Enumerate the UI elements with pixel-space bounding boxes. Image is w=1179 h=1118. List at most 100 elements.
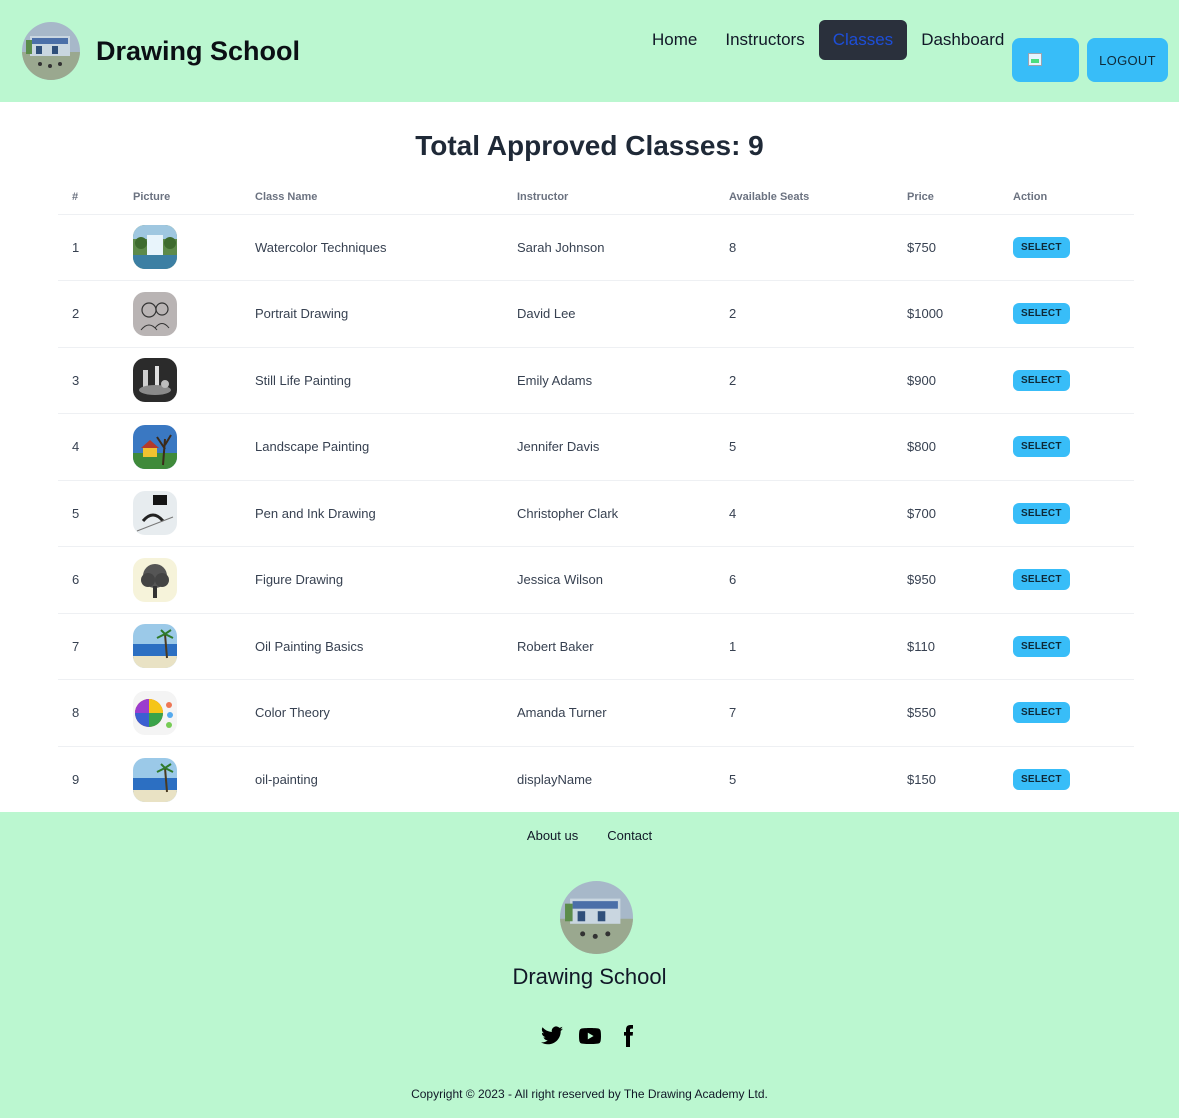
class-name: Color Theory xyxy=(255,679,517,747)
twitter-icon[interactable] xyxy=(540,1024,564,1048)
class-picture-cell xyxy=(133,214,255,281)
footer: About us Contact Drawing School Copyrigh… xyxy=(0,812,1179,1118)
column-header-instructor: Instructor xyxy=(517,180,729,215)
instructor-name: Amanda Turner xyxy=(517,679,729,747)
class-price: $800 xyxy=(907,413,1013,481)
select-button[interactable]: SELECT xyxy=(1013,236,1070,258)
table-row: 5 Pen and Ink Drawing Christopher Clark 4 $7… xyxy=(58,480,1134,547)
nav-home[interactable]: Home xyxy=(638,20,711,60)
column-header-class-name: Class Name xyxy=(255,180,517,215)
class-price: $750 xyxy=(907,214,1013,281)
column-header-number: # xyxy=(58,180,133,215)
still-life-thumbnail xyxy=(133,358,177,403)
instructor-name: displayName xyxy=(517,772,593,787)
footer-school-logo-icon xyxy=(560,881,633,954)
row-number: 6 xyxy=(58,546,133,614)
class-name: Oil Painting Basics xyxy=(255,613,517,680)
facebook-icon[interactable] xyxy=(616,1024,640,1048)
table-row: 9 oil-painting displayName 5 $150 SELECT xyxy=(58,746,1134,813)
column-header-action: Action xyxy=(1013,180,1134,215)
class-name: Figure Drawing xyxy=(255,546,517,614)
row-number: 9 xyxy=(72,772,80,787)
school-logo-icon xyxy=(22,22,80,80)
action-cell: SELECT xyxy=(1013,214,1134,281)
action-cell: SELECT xyxy=(1013,347,1134,414)
action-cell: SELECT xyxy=(1013,746,1134,813)
row-number: 4 xyxy=(58,413,133,481)
class-picture-cell xyxy=(133,413,255,481)
available-seats: 4 xyxy=(729,480,907,547)
beach-thumbnail xyxy=(133,757,177,802)
nav-dashboard[interactable]: Dashboard xyxy=(907,20,1018,60)
class-name: oil-painting xyxy=(255,772,318,787)
select-button[interactable]: SELECT xyxy=(1013,569,1070,591)
instructor-name: David Lee xyxy=(517,280,729,348)
brand[interactable]: Drawing School xyxy=(22,22,300,80)
select-button[interactable]: SELECT xyxy=(1013,303,1070,325)
instructor-name: Sarah Johnson xyxy=(517,214,729,281)
column-header-picture: Picture xyxy=(133,180,255,215)
row-number: 5 xyxy=(58,480,133,547)
class-picture-cell xyxy=(133,546,255,614)
class-picture-cell xyxy=(133,280,255,348)
available-seats: 2 xyxy=(729,280,907,348)
beach-thumbnail xyxy=(133,624,177,669)
footer-link-contact[interactable]: Contact xyxy=(607,828,652,843)
available-seats: 2 xyxy=(729,347,907,414)
action-cell: SELECT xyxy=(1013,613,1134,680)
footer-brand: Drawing School xyxy=(512,964,667,989)
color-wheel-thumbnail xyxy=(133,690,177,735)
select-button[interactable]: SELECT xyxy=(1013,369,1070,391)
table-row: 1 Watercolor Techniques Sarah Johnson 8 $750… xyxy=(58,214,1134,281)
table-header-row: # Picture Class Name Instructor Availabl… xyxy=(58,180,1134,215)
table-row: 8 Color Theory Amanda Turner 7 $550 SELECT xyxy=(58,679,1134,747)
available-seats: 5 xyxy=(729,772,737,787)
select-button[interactable]: SELECT xyxy=(1013,769,1070,790)
column-header-price: Price xyxy=(907,180,1013,215)
available-seats: 5 xyxy=(729,413,907,481)
select-button[interactable]: SELECT xyxy=(1013,502,1070,524)
available-seats: 6 xyxy=(729,546,907,614)
ink-thumbnail xyxy=(133,491,177,536)
main-nav: Home Instructors Classes Dashboard xyxy=(638,20,1018,60)
select-button[interactable]: SELECT xyxy=(1013,436,1070,458)
row-number: 3 xyxy=(58,347,133,414)
table-row: 4 Landscape Painting Jennifer Davis 5 $800 SE… xyxy=(58,413,1134,481)
table-row: 6 Figure Drawing Jessica Wilson 6 $950 SELECT xyxy=(58,546,1134,614)
action-cell: SELECT xyxy=(1013,679,1134,747)
brand-title: Drawing School xyxy=(96,35,301,66)
class-picture-cell xyxy=(133,746,255,813)
select-button[interactable]: SELECT xyxy=(1013,702,1070,724)
class-price: $1000 xyxy=(907,280,1013,348)
navbar: Drawing School Home Instructors Classes … xyxy=(0,0,1179,102)
action-cell: SELECT xyxy=(1013,280,1134,348)
user-avatar-button[interactable] xyxy=(1012,38,1079,82)
youtube-icon[interactable] xyxy=(578,1024,602,1048)
page-title: Total Approved Classes: 9 xyxy=(415,130,764,161)
waterfall-thumbnail xyxy=(133,225,177,270)
class-price: $700 xyxy=(907,480,1013,547)
row-number: 2 xyxy=(58,280,133,348)
logout-button[interactable]: LOGOUT xyxy=(1087,38,1168,82)
nav-classes[interactable]: Classes xyxy=(818,20,908,60)
class-picture-cell xyxy=(133,480,255,547)
instructor-name: Jennifer Davis xyxy=(517,413,729,481)
select-button[interactable]: SELECT xyxy=(1013,635,1070,657)
footer-link-about[interactable]: About us xyxy=(527,828,578,843)
class-picture-cell xyxy=(133,613,255,680)
action-cell: SELECT xyxy=(1013,413,1134,481)
class-price: $550 xyxy=(907,679,1013,747)
action-cell: SELECT xyxy=(1013,480,1134,547)
class-price: $950 xyxy=(907,546,1013,614)
row-number: 1 xyxy=(58,214,133,281)
table-row: 2 Portrait Drawing David Lee 2 $1000 SELECT xyxy=(58,280,1134,348)
nav-instructors[interactable]: Instructors xyxy=(711,20,818,60)
instructor-name: Emily Adams xyxy=(517,347,729,414)
class-picture-cell xyxy=(133,679,255,747)
social-links xyxy=(0,1024,1179,1048)
row-number: 8 xyxy=(58,679,133,747)
copyright: Copyright © 2023 - All right reserved by… xyxy=(411,1087,768,1101)
table-row: 7 Oil Painting Basics Robert Baker 1 $110 SEL… xyxy=(58,613,1134,680)
class-name: Pen and Ink Drawing xyxy=(255,480,517,547)
classes-table: # Picture Class Name Instructor Availabl… xyxy=(58,180,1134,813)
